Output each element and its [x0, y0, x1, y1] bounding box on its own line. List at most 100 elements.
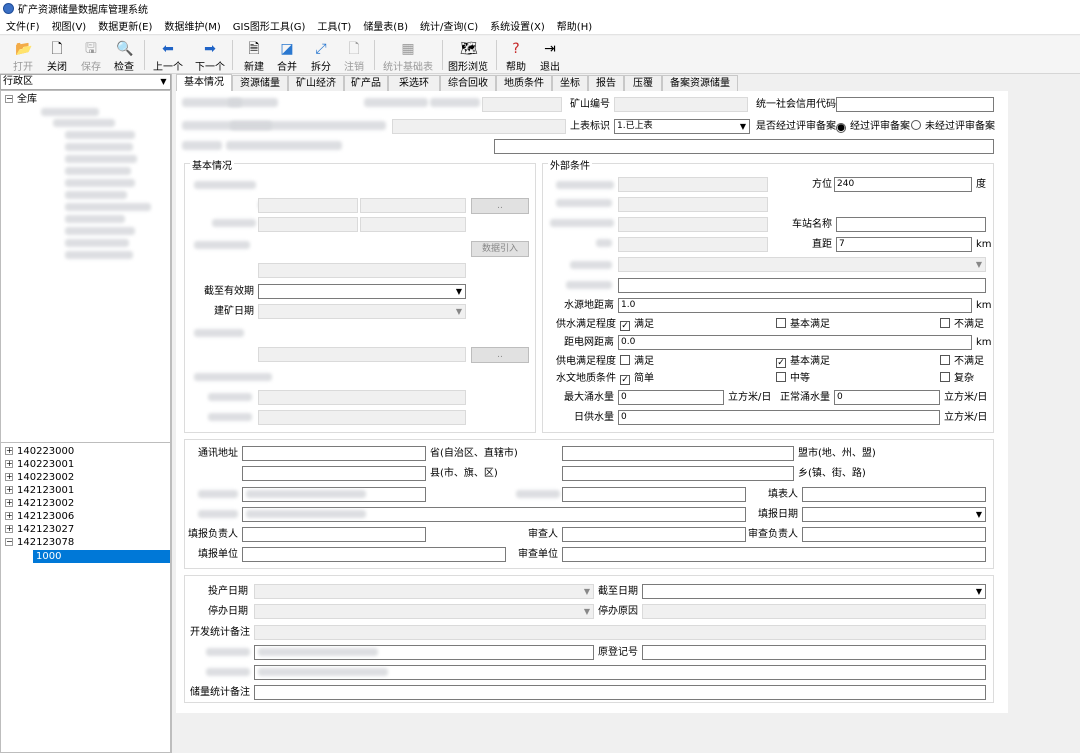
- next-button[interactable]: ➡ 下一个: [192, 39, 228, 73]
- expiry-select[interactable]: ▼: [258, 284, 466, 299]
- dots-button[interactable]: ..: [471, 198, 529, 214]
- menu-data-maintain[interactable]: 数据维护(M): [158, 18, 226, 33]
- menu-view[interactable]: 视图(V): [46, 18, 93, 33]
- contact-field[interactable]: [562, 487, 746, 502]
- mine-no-field[interactable]: [614, 97, 748, 112]
- tree-item[interactable]: +142123006: [5, 510, 74, 523]
- tree-item[interactable]: +142123027: [5, 523, 74, 536]
- orig-reg-field[interactable]: [642, 645, 986, 660]
- ext-field[interactable]: [618, 278, 986, 293]
- check-button[interactable]: 🔍 检查: [106, 39, 142, 73]
- fill-unit-field[interactable]: [242, 547, 506, 562]
- county-field[interactable]: [242, 466, 426, 481]
- radio-not-reviewed[interactable]: 未经过评审备案: [911, 120, 995, 133]
- basic-field[interactable]: [360, 198, 466, 213]
- until-date-select[interactable]: ▼: [642, 584, 986, 599]
- data-import-button[interactable]: 数据引入: [471, 241, 529, 257]
- power-basic-checkbox[interactable]: ✓ 基本满足: [776, 355, 830, 368]
- merge-button[interactable]: ◪ 合并: [269, 39, 305, 73]
- ext-field[interactable]: [618, 217, 768, 232]
- normal-water-field[interactable]: 0: [834, 390, 940, 405]
- code-tree[interactable]: +140223000 +140223001 +140223002 +142123…: [0, 442, 171, 753]
- hydro-simple-checkbox[interactable]: ✓ 简单: [620, 372, 654, 385]
- tab-overlay[interactable]: 压覆: [624, 75, 662, 91]
- stop-date-select[interactable]: ▼: [254, 604, 594, 619]
- tab-reserves[interactable]: 资源储量: [232, 75, 288, 91]
- tree-item[interactable]: +142123002: [5, 497, 74, 510]
- menu-tools[interactable]: 工具(T): [311, 18, 357, 33]
- close-button[interactable]: 🗋 关闭: [39, 39, 75, 73]
- new-button[interactable]: 🗎 新建: [236, 39, 272, 73]
- basic-field[interactable]: [258, 263, 466, 278]
- fill-date-select[interactable]: ▼: [802, 507, 986, 522]
- power-satisfied-checkbox[interactable]: 满足: [620, 355, 654, 368]
- tab-basic[interactable]: 基本情况: [176, 74, 232, 91]
- ext-field[interactable]: [618, 197, 768, 212]
- tab-coordinates[interactable]: 坐标: [552, 75, 588, 91]
- basic-field[interactable]: [258, 347, 466, 362]
- mine-address-field[interactable]: [494, 139, 994, 154]
- tree-root[interactable]: − 全库: [5, 93, 37, 106]
- ext-select[interactable]: ▼: [618, 257, 986, 272]
- start-date-select[interactable]: ▼: [254, 584, 594, 599]
- open-button[interactable]: 📂 打开: [5, 39, 41, 73]
- menu-help[interactable]: 帮助(H): [551, 18, 598, 33]
- tree-item-selected[interactable]: 1000: [33, 550, 170, 563]
- ext-field[interactable]: [618, 237, 768, 252]
- basic-field[interactable]: [258, 390, 466, 405]
- build-date-select[interactable]: ▼: [258, 304, 466, 319]
- mine-name-field[interactable]: [482, 97, 562, 112]
- tab-recovery[interactable]: 综合回收: [440, 75, 496, 91]
- bearing-field[interactable]: 240: [834, 177, 972, 192]
- hydro-medium-checkbox[interactable]: 中等: [776, 372, 810, 385]
- split-button[interactable]: ⤢ 拆分: [303, 39, 339, 73]
- water-satisfied-checkbox[interactable]: ✓ 满足: [620, 318, 654, 331]
- tree-item[interactable]: +142123001: [5, 484, 74, 497]
- cancel-button[interactable]: 🗋 注销: [336, 39, 372, 73]
- fill-resp-field[interactable]: [242, 527, 426, 542]
- help-button[interactable]: ? 帮助: [498, 39, 534, 73]
- tree-item[interactable]: +140223002: [5, 471, 74, 484]
- tab-mineral-products[interactable]: 矿产品: [344, 75, 388, 91]
- tree-item[interactable]: +140223000: [5, 445, 74, 458]
- filler-field[interactable]: [802, 487, 986, 502]
- tab-mining-cycle[interactable]: 采选环: [388, 75, 440, 91]
- basic-field[interactable]: [360, 217, 466, 232]
- dots-button[interactable]: ..: [471, 347, 529, 363]
- water-basic-checkbox[interactable]: 基本满足: [776, 318, 830, 331]
- tab-filed-reserves[interactable]: 备案资源储量: [662, 75, 738, 91]
- max-water-field[interactable]: 0: [618, 390, 724, 405]
- save-button[interactable]: 🖫 保存: [73, 39, 109, 73]
- basic-field[interactable]: [258, 410, 466, 425]
- water-not-checkbox[interactable]: 不满足: [940, 318, 984, 331]
- grid-dist-field[interactable]: 0.0: [618, 335, 972, 350]
- region-tree[interactable]: − 全库: [0, 90, 171, 444]
- menu-settings[interactable]: 系统设置(X): [484, 18, 551, 33]
- tree-item[interactable]: −142123078: [5, 536, 74, 549]
- tab-mine-economy[interactable]: 矿山经济: [288, 75, 344, 91]
- exit-button[interactable]: ⇥ 退出: [532, 39, 568, 73]
- licensee-field[interactable]: [392, 119, 566, 134]
- stop-reason-field[interactable]: [642, 604, 986, 619]
- water-dist-field[interactable]: 1.0: [618, 298, 972, 313]
- review-unit-field[interactable]: [562, 547, 986, 562]
- menu-data-update[interactable]: 数据更新(E): [92, 18, 158, 33]
- hydro-complex-checkbox[interactable]: 复杂: [940, 372, 974, 385]
- basic-field[interactable]: [258, 198, 358, 213]
- reviewer-field[interactable]: [562, 527, 746, 542]
- province-field[interactable]: [242, 446, 426, 461]
- tree-item[interactable]: +140223001: [5, 458, 74, 471]
- city-field[interactable]: [562, 446, 794, 461]
- report-flag-select[interactable]: 1.已上表 ▼: [614, 119, 750, 134]
- menu-statistics[interactable]: 统计/查询(C): [414, 18, 484, 33]
- distance-field[interactable]: 7: [836, 237, 972, 252]
- tab-geology[interactable]: 地质条件: [496, 75, 552, 91]
- region-combo[interactable]: 行政区 ▼: [0, 74, 171, 90]
- radio-reviewed[interactable]: ● 经过评审备案: [836, 120, 910, 133]
- credit-code-field[interactable]: [836, 97, 994, 112]
- daily-water-field[interactable]: 0: [618, 410, 940, 425]
- ext-field[interactable]: [618, 177, 768, 192]
- graph-browse-button[interactable]: 🗺 图形浏览: [448, 39, 488, 73]
- menu-reserve-table[interactable]: 储量表(B): [357, 18, 414, 33]
- stat-table-button[interactable]: ▦ 统计基础表: [380, 39, 436, 73]
